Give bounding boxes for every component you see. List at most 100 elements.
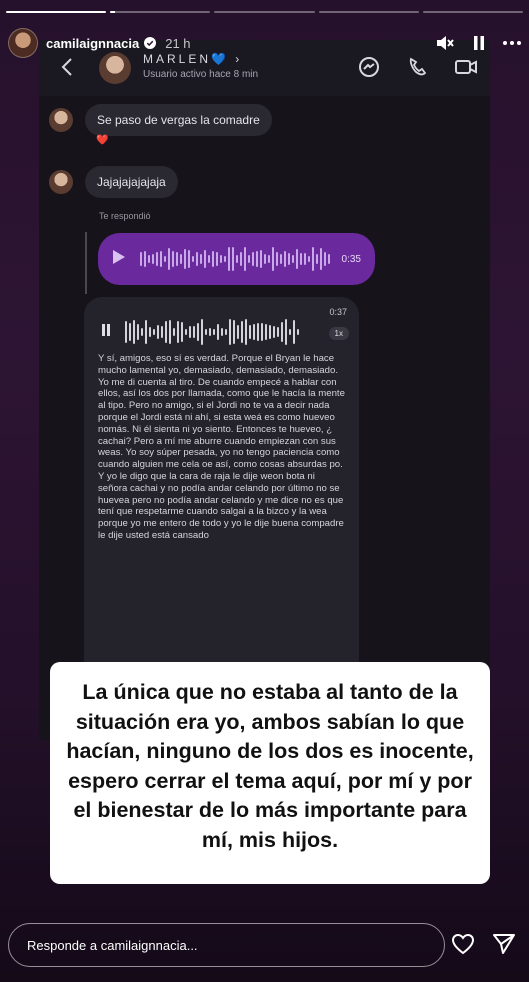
waveform-bar	[160, 251, 162, 267]
waveform-bar	[260, 249, 262, 269]
transcription-text: Y sí, amigos, eso sí es verdad. Porque e…	[98, 353, 345, 541]
waveform-bar	[252, 252, 254, 266]
back-icon	[61, 58, 73, 81]
waveform-bar	[304, 253, 306, 265]
waveform-bar	[204, 249, 206, 269]
waveform-bar	[233, 319, 235, 345]
message-bubble: Se paso de vergas la comadre	[85, 104, 272, 136]
chat-message: Jajajajajajaja	[49, 166, 178, 198]
story-viewer: MARLEN💙 › Usuario activo hace 8 min Se p…	[0, 0, 529, 982]
verified-icon	[144, 37, 157, 49]
waveform-bar	[180, 253, 182, 265]
waveform-bar	[316, 254, 318, 264]
waveform-bar	[256, 251, 258, 267]
waveform-bar	[144, 250, 146, 268]
waveform-bar	[224, 256, 226, 262]
story-image-chat-screenshot: MARLEN💙 › Usuario activo hace 8 min Se p…	[39, 40, 490, 740]
voice-waveform	[140, 244, 330, 274]
waveform-bar	[157, 325, 159, 339]
playback-speed: 1x	[328, 327, 349, 340]
progress-segment	[422, 11, 524, 13]
waveform-bar	[241, 320, 243, 344]
progress-segment	[318, 11, 419, 13]
waveform-bar	[237, 325, 239, 339]
reply-line	[85, 232, 87, 294]
phone-icon	[406, 56, 428, 83]
waveform-bar	[268, 254, 270, 264]
waveform-bar	[164, 255, 166, 263]
chat-message: Se paso de vergas la comadre	[49, 104, 272, 136]
send-icon[interactable]	[492, 933, 516, 955]
waveform-bar	[176, 252, 178, 266]
waveform-bar	[272, 246, 274, 272]
replied-label: Te respondió	[99, 211, 151, 221]
waveform-bar	[225, 328, 227, 336]
waveform-bar	[293, 319, 295, 345]
waveform-bar	[129, 323, 131, 341]
waveform-bar	[320, 247, 322, 271]
waveform-bar	[213, 328, 215, 336]
waveform-bar	[145, 319, 147, 345]
waveform-bar	[200, 254, 202, 264]
more-icon[interactable]	[503, 41, 521, 45]
progress-segment	[214, 11, 315, 13]
waveform-bar	[284, 251, 286, 267]
waveform-bar	[328, 254, 330, 264]
waveform-bar	[133, 319, 135, 345]
heart-reaction: ❤️	[96, 135, 109, 146]
mute-icon[interactable]	[435, 34, 455, 52]
waveform-bar	[173, 328, 175, 336]
waveform-bar	[232, 246, 234, 272]
contact-status: Usuario activo hace 8 min	[143, 69, 259, 80]
waveform-bar	[265, 323, 267, 341]
message-bubble: Jajajajajajaja	[85, 166, 178, 198]
waveform-bar	[177, 321, 179, 343]
waveform-bar	[264, 253, 266, 265]
waveform-bar	[172, 250, 174, 268]
waveform-bar	[149, 326, 151, 338]
waveform-bar	[217, 324, 219, 340]
voice-duration: 0:35	[341, 253, 361, 265]
waveform-bar	[312, 247, 314, 271]
pause-icon	[101, 323, 111, 342]
waveform-bar	[229, 319, 231, 345]
waveform-bar	[297, 329, 299, 335]
progress-segment	[6, 11, 107, 13]
waveform-bar	[189, 325, 191, 339]
waveform-bar	[292, 254, 294, 264]
waveform-bar	[153, 328, 155, 336]
story-caption: La única que no estaba al tanto de la si…	[50, 662, 490, 884]
waveform-bar	[125, 321, 127, 343]
waveform-bar	[324, 251, 326, 267]
waveform-bar	[148, 255, 150, 263]
play-icon	[112, 249, 126, 270]
waveform-bar	[248, 254, 250, 264]
progress-segment	[110, 11, 211, 13]
waveform-bar	[280, 254, 282, 264]
waveform-bar	[193, 326, 195, 338]
waveform-bar	[188, 249, 190, 269]
waveform-bar	[192, 255, 194, 263]
waveform-bar	[261, 323, 263, 341]
waveform-bar	[156, 252, 158, 266]
pause-icon[interactable]	[473, 35, 485, 51]
waveform-bar	[216, 251, 218, 267]
heart-icon[interactable]	[451, 933, 475, 955]
avatar[interactable]	[8, 28, 38, 58]
post-time: 21 h	[165, 35, 191, 51]
waveform-bar	[244, 246, 246, 272]
waveform-bar	[181, 321, 183, 343]
username[interactable]: camilaignnacia	[46, 36, 139, 51]
sender-avatar	[49, 170, 73, 194]
reply-input[interactable]	[8, 923, 445, 967]
waveform-bar	[184, 248, 186, 270]
waveform-bar	[205, 328, 207, 336]
waveform-bar	[169, 319, 171, 345]
waveform-bar	[281, 322, 283, 342]
waveform-bar	[161, 326, 163, 338]
waveform-bar	[296, 248, 298, 270]
waveform-bar	[269, 325, 271, 339]
voice-message: 0:35	[98, 233, 375, 285]
waveform-bar	[220, 254, 222, 264]
waveform-bar	[236, 255, 238, 263]
